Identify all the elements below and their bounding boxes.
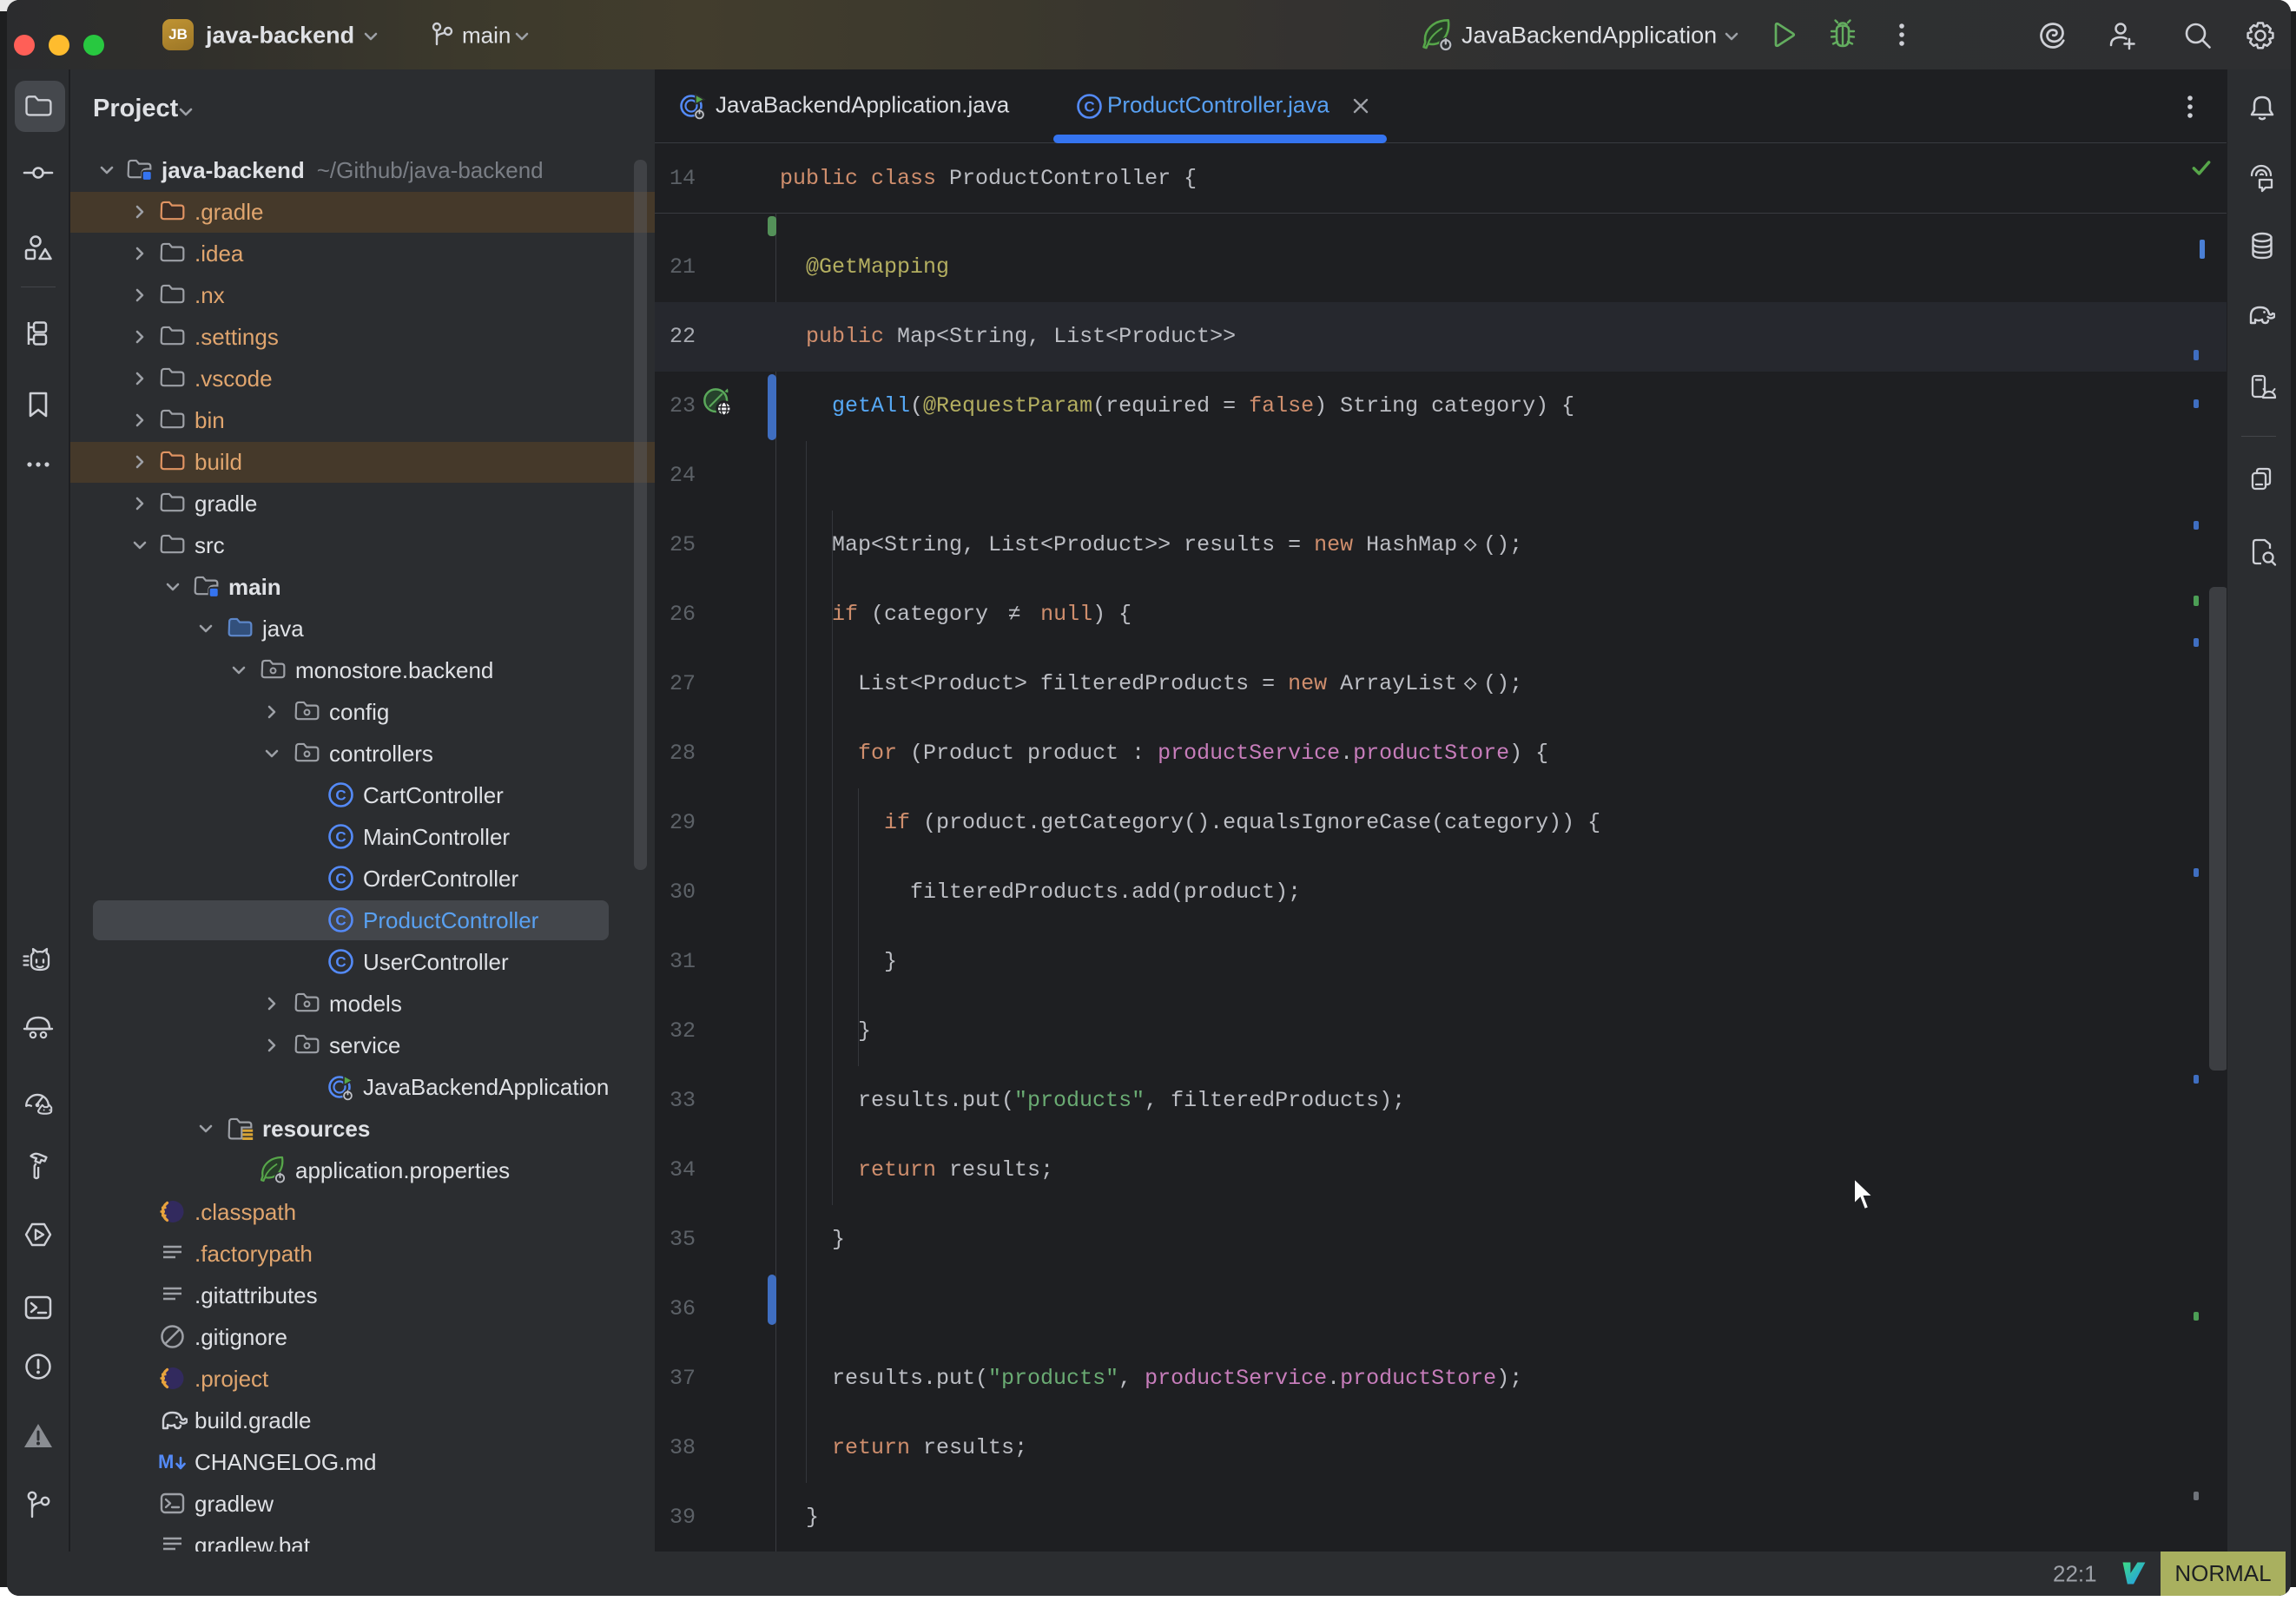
svg-text:C: C <box>335 829 346 846</box>
svg-text:C: C <box>335 871 346 887</box>
svg-text:C: C <box>335 787 346 804</box>
svg-text:C: C <box>335 913 346 929</box>
svg-text:M: M <box>158 1451 174 1473</box>
svg-text:C: C <box>1084 99 1094 115</box>
svg-text:C: C <box>335 954 346 971</box>
